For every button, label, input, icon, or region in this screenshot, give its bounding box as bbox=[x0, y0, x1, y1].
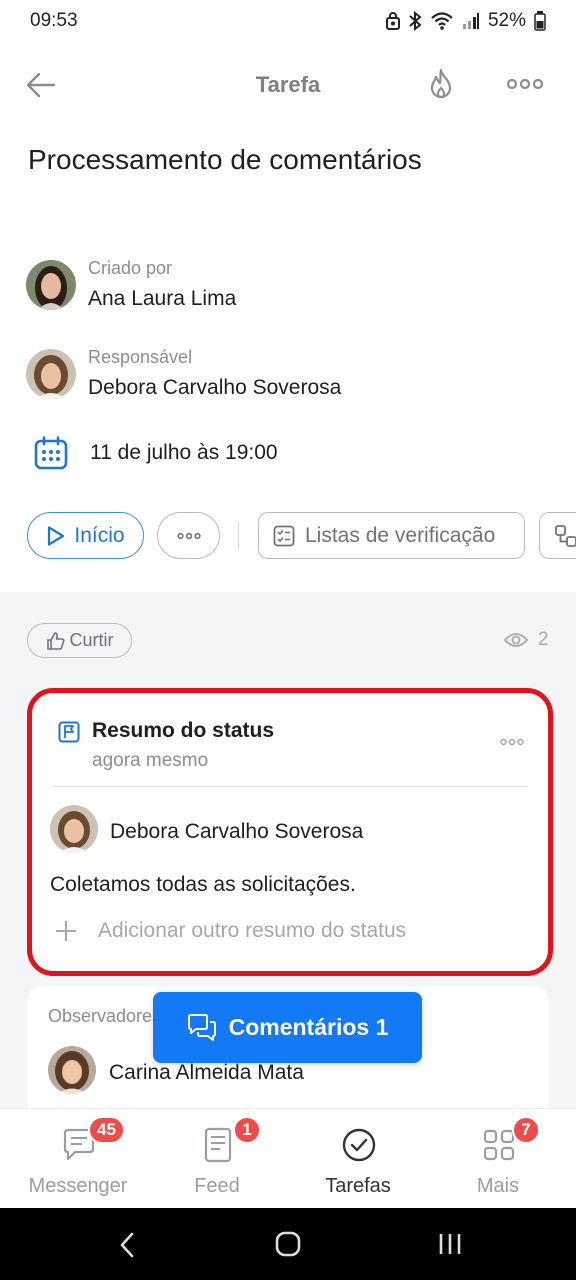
views-count: 2 bbox=[538, 629, 549, 650]
wifi-icon bbox=[431, 12, 453, 30]
status-summary-title: Resumo do status bbox=[92, 719, 275, 742]
observer-avatar bbox=[48, 1046, 96, 1094]
battery-icon bbox=[534, 11, 546, 31]
status-summary-menu-icon[interactable] bbox=[500, 738, 524, 746]
add-status-summary-button[interactable]: Adicionar outro resumo do status bbox=[54, 919, 406, 943]
battery-percent: 52% bbox=[487, 10, 526, 31]
nav-feed[interactable]: 1 Feed bbox=[145, 1109, 289, 1209]
creator-name: Ana Laura Lima bbox=[88, 287, 237, 310]
observers-label: Observadores bbox=[48, 1006, 162, 1026]
system-back-icon[interactable] bbox=[118, 1232, 136, 1258]
checklist-icon bbox=[273, 525, 295, 546]
views-counter: 2 bbox=[504, 629, 549, 651]
system-navigation-bar bbox=[0, 1208, 576, 1280]
status-summary-card: Resumo do status agora mesmo Debora Carv… bbox=[27, 688, 553, 976]
page-title: Tarefa bbox=[255, 72, 321, 97]
responsible-row[interactable]: Responsável Debora Carvalho Soverosa bbox=[26, 347, 341, 400]
start-button[interactable]: Início bbox=[27, 512, 144, 559]
comments-icon bbox=[187, 1013, 216, 1041]
action-buttons-row: Início Listas de verificação bbox=[27, 512, 576, 560]
deadline-row[interactable]: 11 de julho às 19:00 bbox=[34, 436, 278, 470]
responsible-label: Responsável bbox=[88, 347, 193, 367]
messenger-badge: 45 bbox=[88, 1116, 125, 1144]
like-button[interactable]: Curtir bbox=[27, 623, 132, 658]
subtasks-button[interactable] bbox=[539, 512, 576, 559]
created-by-row[interactable]: Criado por Ana Laura Lima bbox=[26, 258, 236, 311]
flame-icon[interactable] bbox=[424, 67, 458, 101]
check-circle-icon bbox=[342, 1128, 376, 1162]
status-bar: 09:53 52% bbox=[0, 0, 576, 42]
signal-icon bbox=[462, 13, 479, 29]
plus-icon bbox=[56, 921, 76, 941]
system-recents-icon[interactable] bbox=[438, 1232, 462, 1256]
start-button-label: Início bbox=[74, 523, 125, 547]
thumbs-up-icon bbox=[46, 631, 64, 650]
task-title: Processamento de comentários bbox=[28, 144, 422, 175]
nav-more-label: Mais bbox=[476, 1175, 520, 1197]
status-author-name: Debora Carvalho Soverosa bbox=[110, 820, 364, 843]
subtasks-icon bbox=[555, 524, 576, 547]
calendar-icon bbox=[34, 436, 68, 470]
clock: 09:53 bbox=[30, 10, 78, 31]
more-options-icon[interactable] bbox=[506, 70, 544, 98]
play-icon bbox=[48, 525, 65, 546]
feed-icon bbox=[204, 1127, 232, 1163]
nav-feed-label: Feed bbox=[194, 1175, 240, 1197]
nav-messenger-label: Messenger bbox=[28, 1175, 128, 1197]
nav-tasks[interactable]: Tarefas bbox=[286, 1109, 430, 1209]
system-home-icon[interactable] bbox=[275, 1231, 301, 1257]
lock-icon bbox=[385, 12, 400, 30]
status-summary-time: agora mesmo bbox=[92, 750, 209, 771]
creator-avatar bbox=[26, 259, 76, 310]
nav-tasks-label: Tarefas bbox=[325, 1175, 391, 1197]
flag-icon bbox=[58, 721, 80, 743]
created-by-label: Criado por bbox=[88, 258, 173, 278]
divider bbox=[238, 522, 239, 549]
more-actions-button[interactable] bbox=[157, 512, 220, 559]
responsible-name: Debora Carvalho Soverosa bbox=[88, 376, 342, 399]
card-divider bbox=[52, 786, 528, 787]
responsible-avatar bbox=[26, 348, 76, 399]
more-dots-icon bbox=[176, 532, 201, 539]
nav-more[interactable]: 7 Mais bbox=[426, 1109, 570, 1209]
observer-name[interactable]: Carina Almeida Mata bbox=[109, 1061, 304, 1085]
status-summary-text: Coletamos todas as solicitações. bbox=[50, 873, 356, 896]
eye-icon bbox=[504, 633, 528, 647]
bottom-navigation: 45 Messenger 1 Feed Tarefas 7 Mais bbox=[0, 1108, 576, 1208]
nav-messenger[interactable]: 45 Messenger bbox=[6, 1109, 150, 1209]
checklists-button[interactable]: Listas de verificação bbox=[258, 512, 525, 559]
checklists-button-label: Listas de verificação bbox=[305, 523, 496, 547]
status-author-avatar bbox=[50, 805, 98, 853]
feed-badge: 1 bbox=[233, 1116, 261, 1144]
top-bar: Tarefa bbox=[0, 56, 576, 114]
bluetooth-icon bbox=[409, 11, 422, 31]
more-badge: 7 bbox=[512, 1116, 540, 1144]
comments-button-label: Comentários 1 bbox=[228, 1014, 389, 1040]
add-status-summary-label: Adicionar outro resumo do status bbox=[98, 919, 407, 942]
deadline-text: 11 de julho às 19:00 bbox=[90, 441, 278, 464]
comments-button[interactable]: Comentários 1 bbox=[153, 992, 422, 1063]
like-label: Curtir bbox=[69, 630, 114, 650]
